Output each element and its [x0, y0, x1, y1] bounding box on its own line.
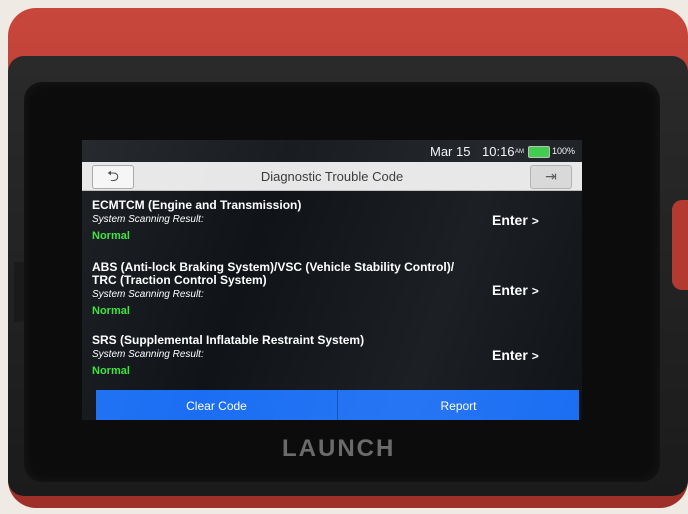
chevron-right-icon: >: [531, 284, 539, 298]
battery-level: 100%: [552, 146, 576, 156]
enter-label: Enter: [492, 212, 528, 228]
scan-result-value: Normal: [92, 230, 130, 242]
enter-button-abs[interactable]: Enter >: [492, 282, 539, 298]
brand-logo: LAUNCH: [282, 435, 396, 462]
enter-label: Enter: [492, 282, 528, 298]
enter-button-ecmtcm[interactable]: Enter >: [492, 212, 539, 228]
status-ampm: AM: [515, 149, 524, 155]
action-bar: Clear Code Report: [96, 390, 579, 420]
status-date: Mar 15: [430, 144, 471, 159]
page-title: Diagnostic Trouble Code: [260, 169, 404, 184]
clear-code-button[interactable]: Clear Code: [96, 390, 337, 420]
chevron-right-icon: >: [531, 349, 539, 363]
system-list: ECMTCM (Engine and Transmission) System …: [82, 191, 582, 381]
exit-icon: ⇥: [545, 168, 557, 184]
chevron-right-icon: >: [531, 214, 539, 228]
device-screen: Mar 15 10:16 AM 100% ⮌ Diagnostic Troubl…: [82, 140, 582, 420]
scan-result-value: Normal: [92, 365, 130, 377]
title-bar: ⮌ Diagnostic Trouble Code ⇥: [82, 162, 582, 191]
enter-label: Enter: [492, 347, 528, 363]
battery-icon: [528, 146, 550, 158]
scan-result-value: Normal: [92, 305, 130, 317]
system-name: SRS (Supplemental Inflatable Restraint S…: [92, 333, 365, 347]
exit-button[interactable]: ⇥: [530, 165, 572, 189]
device-side-knob: [672, 200, 688, 290]
enter-button-srs[interactable]: Enter >: [492, 347, 539, 363]
status-bar: Mar 15 10:16 AM 100%: [82, 140, 582, 162]
system-name: ECMTCM (Engine and Transmission): [92, 198, 302, 212]
report-button[interactable]: Report: [337, 390, 579, 420]
status-time: 10:16: [482, 144, 515, 159]
